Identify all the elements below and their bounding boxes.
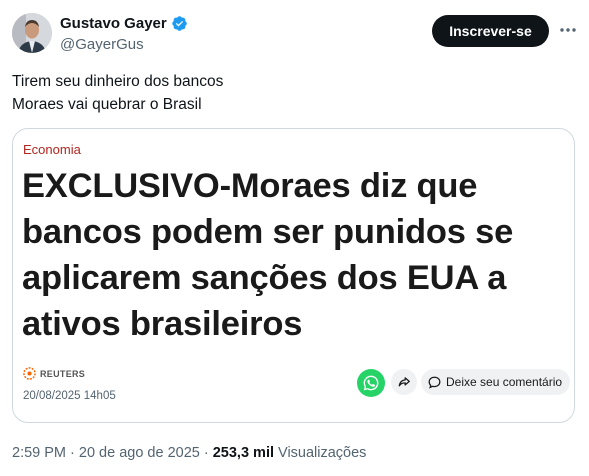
comment-button-label: Deixe seu comentário — [446, 375, 563, 389]
views-count: 253,3 mil — [212, 445, 274, 461]
more-options-icon[interactable] — [556, 20, 580, 40]
views-label: Visualizações — [278, 445, 367, 461]
comment-bubble-icon — [428, 376, 441, 389]
card-headline[interactable]: EXCLUSIVO-Moraes diz que bancos podem se… — [22, 163, 552, 347]
link-preview-card[interactable]: Economia EXCLUSIVO-Moraes diz que bancos… — [12, 128, 575, 423]
meta-separator: · — [199, 445, 213, 461]
share-button[interactable] — [391, 369, 417, 395]
tweet-date[interactable]: 20 de ago de 2025 — [79, 445, 200, 461]
avatar[interactable] — [12, 13, 52, 53]
whatsapp-share-button[interactable] — [357, 369, 385, 397]
verified-badge-icon — [171, 16, 187, 31]
follow-button[interactable]: Inscrever-se — [432, 15, 549, 47]
author-handle[interactable]: @GayerGus — [60, 36, 144, 53]
card-date: 20/08/2025 14h05 — [23, 390, 116, 402]
card-category: Economia — [23, 142, 81, 157]
tweet-line: Moraes vai quebrar o Brasil — [12, 96, 202, 113]
whatsapp-icon — [363, 375, 379, 391]
card-source-name: REUTERS — [40, 368, 86, 379]
tweet-meta: 2:59 PM · 20 de ago de 2025 · 253,3 mil … — [12, 445, 366, 461]
tweet-line: Tirem seu dinheiro dos bancos — [12, 73, 224, 90]
comment-button[interactable]: Deixe seu comentário — [421, 369, 571, 395]
card-source: REUTERS — [23, 367, 85, 380]
meta-separator: · — [66, 445, 79, 461]
share-arrow-icon — [398, 377, 410, 387]
author-name[interactable]: Gustavo Gayer — [60, 15, 167, 32]
tweet-time[interactable]: 2:59 PM — [12, 445, 66, 461]
tweet-text: Tirem seu dinheiro dos bancos Moraes vai… — [12, 70, 223, 116]
reuters-logo-icon — [23, 367, 36, 380]
author-name-row[interactable]: Gustavo Gayer — [60, 15, 188, 32]
